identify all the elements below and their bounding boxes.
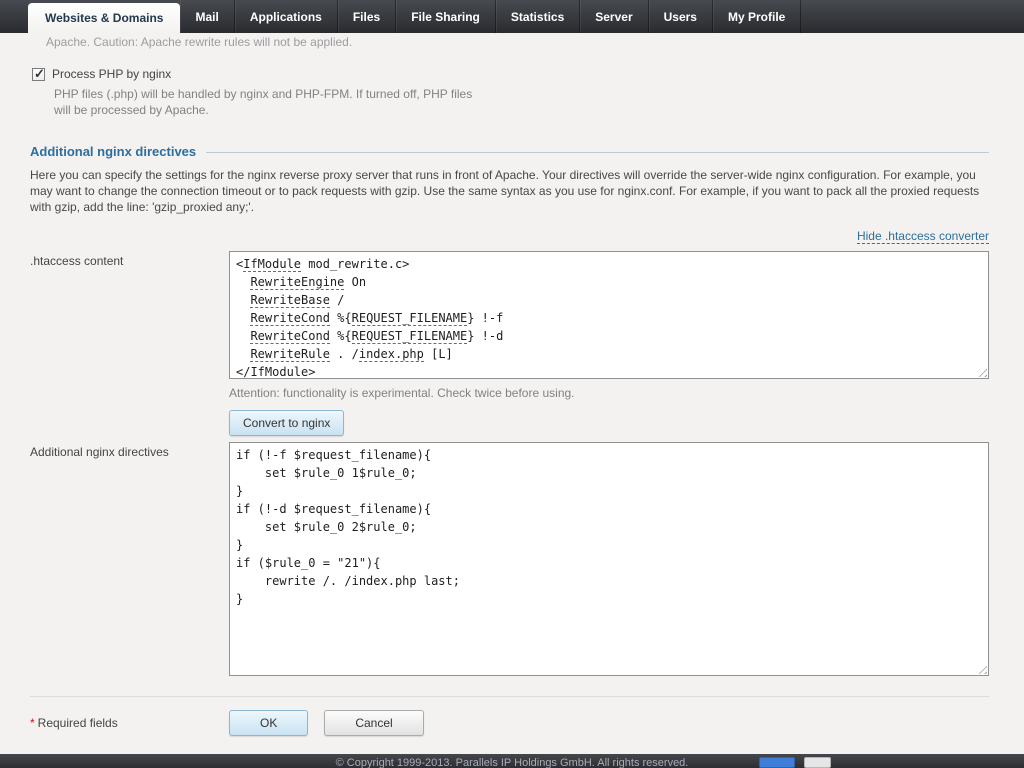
copyright-text: © Copyright 1999-2013. Parallels IP Hold… [335, 757, 689, 768]
process-php-by-nginx-checkbox[interactable] [32, 66, 45, 82]
top-navigation: Websites & Domains Mail Applications Fil… [0, 0, 1024, 33]
additional-directives-row: Additional nginx directives if (!-f $req… [30, 442, 989, 676]
cancel-button[interactable]: Cancel [324, 710, 424, 736]
required-fields-text: Required fields [37, 716, 118, 730]
section-header: Additional nginx directives [30, 144, 989, 159]
tab-server[interactable]: Server [580, 0, 649, 33]
required-fields-note: * Required fields [30, 716, 229, 730]
tab-mail[interactable]: Mail [180, 0, 235, 33]
convert-to-nginx-button[interactable]: Convert to nginx [229, 410, 345, 436]
apache-nginx-settings-page: Websites & Domains Mail Applications Fil… [0, 0, 1024, 768]
hide-htaccess-converter-link[interactable]: Hide .htaccess converter [856, 229, 989, 244]
process-php-description: PHP files (.php) will be handled by ngin… [54, 87, 473, 117]
ok-button[interactable]: OK [229, 710, 309, 736]
settings-form: Apache. Caution: Apache rewrite rules wi… [0, 35, 1024, 736]
tab-websites-domains[interactable]: Websites & Domains [28, 3, 181, 33]
form-actions: * Required fields OK Cancel [30, 710, 989, 736]
tab-my-profile[interactable]: My Profile [713, 0, 802, 33]
section-rule [206, 152, 989, 153]
section-description: Here you can specify the settings for th… [30, 168, 980, 214]
page-footer: © Copyright 1999-2013. Parallels IP Hold… [0, 754, 1024, 768]
tab-files[interactable]: Files [338, 0, 397, 33]
required-asterisk: * [30, 716, 35, 730]
section-title: Additional nginx directives [30, 144, 197, 159]
footer-badge-secondary[interactable] [804, 757, 831, 768]
tab-statistics[interactable]: Statistics [496, 0, 581, 33]
tab-applications[interactable]: Applications [235, 0, 338, 33]
htaccess-content-textarea[interactable]: <IfModule mod_rewrite.c> RewriteEngine O… [229, 251, 989, 379]
process-php-by-nginx-label[interactable]: Process PHP by nginx [52, 67, 171, 81]
experimental-attention-note: Attention: functionality is experimental… [229, 386, 575, 400]
additional-directives-textarea[interactable]: if (!-f $request_filename){ set $rule_0 … [229, 442, 989, 676]
additional-directives-label: Additional nginx directives [30, 445, 169, 459]
tab-users[interactable]: Users [649, 0, 713, 33]
tab-file-sharing[interactable]: File Sharing [396, 0, 496, 33]
footer-badge-primary[interactable] [759, 757, 795, 768]
htaccess-row: .htaccess content <IfModule mod_rewrite.… [30, 251, 989, 436]
clipped-apache-description: Apache. Caution: Apache rewrite rules wi… [46, 35, 353, 49]
htaccess-content-label: .htaccess content [30, 254, 124, 268]
form-divider [30, 696, 989, 697]
